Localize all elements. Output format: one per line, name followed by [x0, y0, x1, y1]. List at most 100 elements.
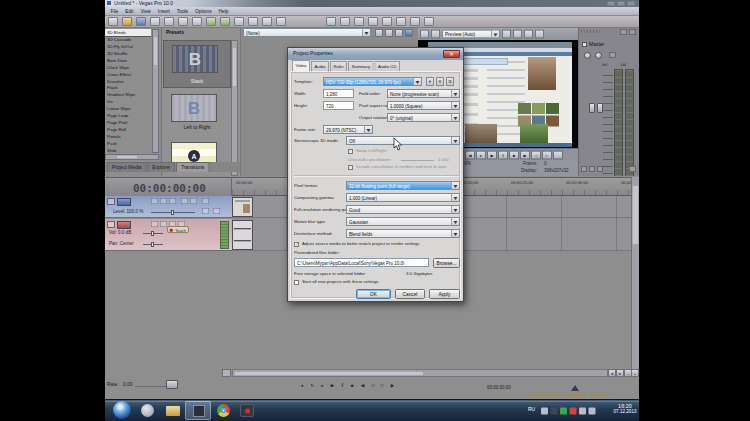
combo-arrow-icon[interactable]	[451, 90, 459, 97]
transition-item[interactable]: Clock Wipe	[105, 63, 151, 70]
scroll-right-icon[interactable]: ▸	[616, 369, 624, 377]
dialog-tab[interactable]: Ruler	[330, 61, 347, 71]
enable-snapping-icon[interactable]	[234, 17, 244, 26]
cut-icon[interactable]	[164, 17, 174, 26]
cancel-button[interactable]: Cancel	[395, 289, 425, 299]
external-monitor-icon[interactable]	[431, 30, 440, 39]
taskbar-steam-icon[interactable]	[137, 402, 159, 420]
scroll-thumb[interactable]	[116, 155, 138, 159]
dialog-tab[interactable]: Audio	[311, 61, 329, 71]
volume-icon[interactable]	[579, 408, 586, 415]
lock-envelopes-icon[interactable]	[262, 17, 272, 26]
par-combo[interactable]: 1.0000 (Square)	[387, 101, 460, 110]
pause-icon[interactable]	[498, 151, 508, 160]
combo-arrow-icon[interactable]	[451, 230, 459, 237]
new-project-icon[interactable]	[108, 17, 118, 26]
go-to-end-icon[interactable]	[520, 151, 530, 160]
transitions-v-scrollbar[interactable]	[152, 29, 159, 153]
video-track-header[interactable]: Level: 100.0 %	[105, 196, 232, 218]
paste-icon[interactable]	[192, 17, 202, 26]
start-button[interactable]	[113, 401, 131, 419]
zoom-edit-tool-icon[interactable]	[368, 17, 378, 26]
gamma-combo[interactable]: 1.000 (Linear)	[346, 193, 460, 202]
timecode-display[interactable]: 00:00:00;00	[105, 177, 232, 196]
transition-item[interactable]: 3D Shuffle	[105, 50, 151, 57]
open-project-icon[interactable]	[122, 17, 132, 26]
dialog-tab[interactable]: Audio CD	[375, 61, 400, 71]
solo-icon[interactable]	[190, 198, 197, 204]
automation-icon[interactable]	[169, 198, 176, 204]
transition-item[interactable]: Linear Wipe	[105, 105, 151, 112]
combo-arrow-icon[interactable]	[451, 137, 459, 144]
track-arm-icon[interactable]	[117, 221, 131, 229]
rate-slider-handle[interactable]	[166, 380, 178, 389]
lock-fader-icon[interactable]	[629, 166, 636, 172]
copy-icon[interactable]	[178, 17, 188, 26]
minimize-button[interactable]	[607, 1, 615, 6]
adjust-checkbox[interactable]	[294, 242, 299, 247]
dock-tab[interactable]: Project Media	[107, 162, 146, 172]
save-template-icon[interactable]: ▾	[426, 77, 434, 86]
record-icon[interactable]	[298, 380, 307, 390]
track-motion-icon[interactable]	[117, 198, 131, 206]
solo-button[interactable]	[595, 52, 602, 59]
pan-slider-handle[interactable]	[151, 242, 154, 247]
quality-combo[interactable]: Good	[346, 205, 460, 214]
dialog-tab[interactable]: Summary	[348, 61, 373, 71]
transition-item[interactable]: Slide	[105, 146, 151, 153]
downmix-icon[interactable]	[581, 166, 587, 172]
dock-pin-icon[interactable]	[620, 29, 627, 35]
play-icon[interactable]	[487, 151, 497, 160]
combo-arrow-icon[interactable]	[491, 31, 499, 38]
track-fx-icon[interactable]	[160, 198, 167, 204]
include-checkbox[interactable]	[348, 165, 353, 170]
swap-checkbox[interactable]	[348, 149, 353, 154]
auto-ripple-icon[interactable]	[248, 17, 258, 26]
rotation-combo[interactable]: 0° (original)	[387, 113, 460, 122]
mixer-icon[interactable]	[396, 17, 406, 26]
dim-icon[interactable]	[589, 166, 595, 172]
timeline-v-scrollbar[interactable]	[631, 177, 639, 369]
transition-item[interactable]: Page Roll	[105, 126, 151, 133]
video-preview-icon[interactable]	[410, 17, 420, 26]
transition-item[interactable]: Dissolve	[105, 77, 151, 84]
fx-bypass-icon[interactable]	[375, 29, 383, 37]
grid-icon[interactable]	[524, 30, 533, 39]
network-icon[interactable]	[589, 408, 596, 415]
master-fader-left[interactable]	[589, 103, 595, 113]
track-fx-icon[interactable]	[160, 221, 167, 227]
ok-button[interactable]: OK	[356, 289, 391, 299]
level-slider-handle[interactable]	[171, 210, 174, 215]
folder-field[interactable]: C:\Users\Мурат\AppData\Local\Sony\Vegas …	[294, 258, 429, 267]
fx-remove-icon[interactable]	[395, 29, 403, 37]
mute-icon[interactable]	[181, 198, 188, 204]
envelope-edit-tool-icon[interactable]	[340, 17, 350, 26]
update-icon[interactable]	[570, 408, 577, 415]
menu-item[interactable]: Insert	[154, 7, 173, 15]
combo-arrow-icon[interactable]	[413, 78, 421, 85]
taskbar-chrome-icon[interactable]	[213, 402, 235, 420]
menu-item[interactable]: Options	[192, 7, 216, 15]
start-checkbox[interactable]	[294, 280, 299, 285]
preview-quality-combo[interactable]: Preview (Auto)	[442, 30, 500, 39]
audio-track-header[interactable]: Vol: 0.0 dB Touch Pan: Center	[105, 219, 232, 251]
crosstalk-slider[interactable]	[401, 160, 434, 161]
menu-item[interactable]: Edit	[122, 7, 137, 15]
menu-item[interactable]: Tools	[173, 7, 191, 15]
selection-edit-tool-icon[interactable]	[354, 17, 364, 26]
deinterlace-combo[interactable]: Blend fields	[346, 229, 460, 238]
transition-item[interactable]: Iris	[105, 98, 151, 105]
combo-arrow-icon[interactable]	[451, 206, 459, 213]
more-icon[interactable]	[202, 208, 209, 214]
match-media-icon[interactable]: ⧉	[446, 77, 454, 86]
scroll-left-icon[interactable]: ◂	[608, 369, 616, 377]
bypass-fx-icon[interactable]	[151, 198, 158, 204]
fx-edit-icon[interactable]	[385, 29, 393, 37]
redo-icon[interactable]	[220, 17, 230, 26]
transition-item[interactable]: Flash	[105, 84, 151, 91]
field-order-combo[interactable]: None (progressive scan)	[387, 89, 460, 98]
project-properties-icon[interactable]	[150, 17, 160, 26]
previous-frame-icon[interactable]	[531, 151, 541, 160]
recorder-tray-icon[interactable]	[551, 408, 558, 415]
next-frame-icon[interactable]	[542, 151, 552, 160]
